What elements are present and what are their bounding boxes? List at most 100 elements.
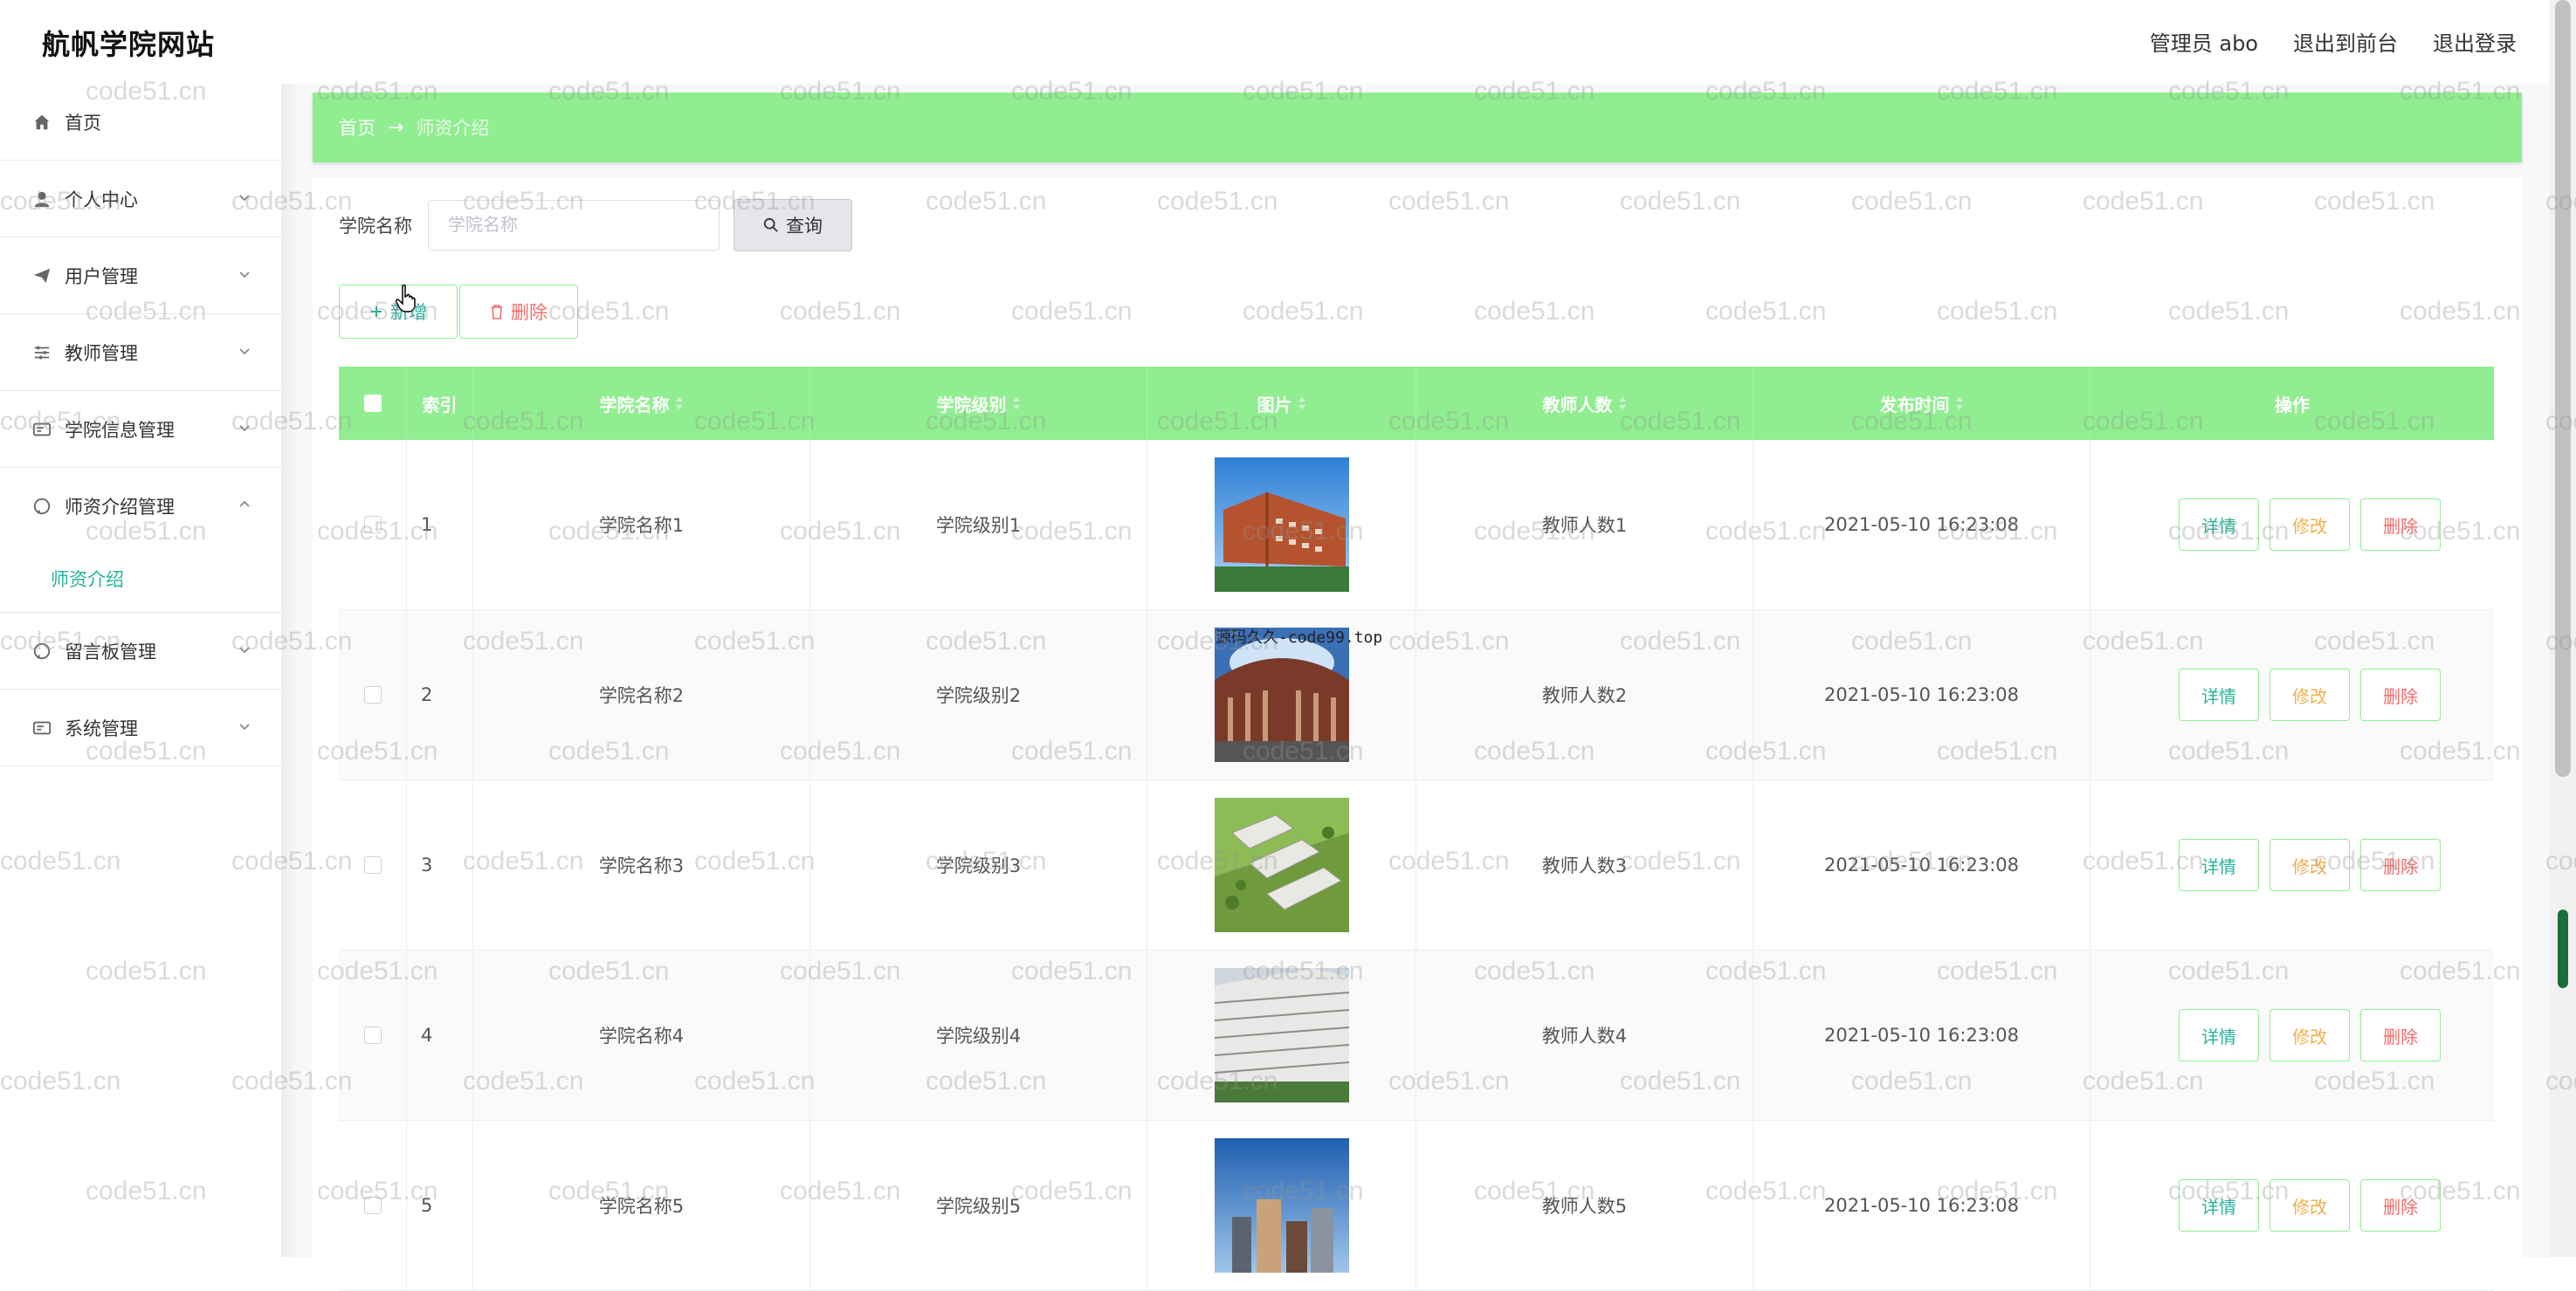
chevron-down-icon	[234, 417, 255, 438]
sidebar-item-users[interactable]: 用户管理	[0, 237, 281, 314]
detail-button[interactable]: 详情	[2179, 669, 2259, 721]
overlay-source-text: 源码久久-code99.top	[1216, 628, 1383, 647]
detail-button[interactable]: 详情	[2179, 1179, 2259, 1232]
row-image-cell	[1147, 780, 1416, 950]
card-icon	[30, 716, 54, 740]
sidebar-item-label: 教师管理	[65, 342, 138, 364]
table-row: 1 学院名称1 学院级别1 教师人数1 2021-05-10 16:23:08	[339, 440, 2494, 610]
sidebar-item-college-info[interactable]: 学院信息管理	[0, 391, 281, 468]
sidebar-item-home[interactable]: 首页	[0, 84, 281, 161]
chat-icon	[30, 494, 54, 518]
user-icon	[30, 187, 54, 211]
breadcrumb: 首页 → 师资介绍	[313, 93, 2522, 162]
row-teacher-count: 教师人数1	[1416, 440, 1753, 609]
detail-button[interactable]: 详情	[2179, 839, 2259, 891]
batch-delete-button[interactable]: 删除	[459, 285, 578, 339]
row-index: 4	[407, 951, 473, 1120]
search-label: 学院名称	[339, 216, 412, 237]
search-icon	[763, 217, 779, 233]
detail-button[interactable]: 详情	[2179, 498, 2259, 551]
action-row: 新增 删除	[339, 285, 578, 339]
sidebar-item-teachers[interactable]: 教师管理	[0, 314, 281, 391]
front-page-link[interactable]: 退出到前台	[2293, 26, 2398, 57]
breadcrumb-home[interactable]: 首页	[339, 114, 375, 141]
row-checkbox[interactable]	[363, 1027, 382, 1044]
delete-button[interactable]: 删除	[2360, 669, 2441, 721]
sidebar-item-guestbook[interactable]: 留言板管理	[0, 613, 281, 690]
row-checkbox[interactable]	[363, 686, 382, 704]
detail-button[interactable]: 详情	[2179, 1009, 2259, 1061]
edit-button[interactable]: 修改	[2269, 498, 2350, 551]
row-index: 5	[407, 1121, 473, 1290]
edit-button[interactable]: 修改	[2269, 669, 2350, 721]
logout-link[interactable]: 退出登录	[2433, 26, 2517, 57]
college-photo[interactable]	[1214, 1138, 1349, 1273]
col-college-name[interactable]: 学院名称	[473, 367, 810, 440]
row-checkbox[interactable]	[363, 856, 382, 874]
row-college-name: 学院名称1	[473, 440, 810, 609]
edit-button[interactable]: 修改	[2269, 839, 2350, 891]
row-publish-time: 2021-05-10 16:23:08	[1753, 780, 2090, 950]
search-input[interactable]	[428, 200, 720, 251]
row-ops: 详情 修改 删除	[2090, 780, 2494, 950]
delete-button[interactable]: 删除	[2360, 839, 2441, 891]
main-area: 首页 → 师资介绍 学院名称 查询 新增 删除 索引	[297, 84, 2550, 1291]
college-photo[interactable]	[1214, 968, 1349, 1102]
row-publish-time: 2021-05-10 16:23:08	[1753, 1121, 2090, 1290]
edit-button[interactable]: 修改	[2269, 1179, 2350, 1232]
sidebar-item-personal[interactable]: 个人中心	[0, 161, 281, 237]
sidebar-item-label: 师资介绍管理	[65, 497, 175, 518]
col-college-level[interactable]: 学院级别	[810, 367, 1147, 440]
select-all-cell	[339, 367, 407, 440]
row-image-cell	[1147, 1121, 1416, 1290]
home-icon	[30, 110, 54, 134]
delete-button[interactable]: 删除	[2360, 1009, 2441, 1061]
row-ops: 详情 修改 删除	[2090, 610, 2494, 779]
search-button-label: 查询	[786, 216, 823, 237]
row-ops: 详情 修改 删除	[2090, 1121, 2494, 1290]
col-publish-time[interactable]: 发布时间	[1753, 367, 2090, 440]
chevron-down-icon	[234, 187, 255, 208]
sidebar-subitem-faculty-intro[interactable]: 师资介绍	[0, 545, 281, 613]
row-ops: 详情 修改 删除	[2090, 440, 2494, 609]
row-image-cell	[1147, 951, 1416, 1120]
col-image[interactable]: 图片	[1147, 367, 1416, 440]
page-scrollbar[interactable]	[2550, 0, 2576, 1257]
row-teacher-count: 教师人数2	[1416, 610, 1753, 779]
sidebar: 首页 个人中心 用户管理 教师管理 学院信息管理 师资介绍管理 师资介绍 留言板…	[0, 84, 281, 1257]
row-check-cell	[339, 610, 407, 779]
ops-group: 详情 修改 删除	[2139, 1179, 2446, 1232]
row-index: 3	[407, 780, 473, 950]
sidebar-divider	[281, 84, 297, 1257]
col-teacher-count[interactable]: 教师人数	[1416, 367, 1753, 440]
college-photo[interactable]	[1214, 628, 1349, 762]
admin-user-label[interactable]: 管理员 abo	[2150, 26, 2258, 57]
college-photo[interactable]	[1214, 798, 1349, 932]
scrollbar-thumb[interactable]	[2555, 0, 2571, 777]
trash-icon	[490, 304, 504, 319]
col-label: 学院级别	[936, 394, 1007, 415]
row-checkbox[interactable]	[363, 516, 382, 533]
col-operations: 操作	[2275, 394, 2310, 415]
row-check-cell	[339, 440, 407, 609]
search-button[interactable]: 查询	[734, 199, 852, 251]
delete-button[interactable]: 删除	[2360, 1179, 2441, 1232]
top-links: 管理员 abo 退出到前台 退出登录	[2150, 26, 2517, 57]
college-photo[interactable]	[1214, 457, 1349, 592]
sidebar-item-label: 用户管理	[65, 265, 138, 287]
row-index: 1	[407, 440, 473, 609]
col-label: 发布时间	[1879, 394, 1950, 415]
table-header: 索引 学院名称 学院级别 图片 教师人数 发布时间 操作	[339, 367, 2494, 440]
select-all-checkbox[interactable]	[363, 395, 382, 412]
edit-button[interactable]: 修改	[2269, 1009, 2350, 1061]
row-college-level: 学院级别2	[810, 610, 1147, 779]
sidebar-item-label: 留言板管理	[65, 641, 156, 663]
sidebar-item-faculty[interactable]: 师资介绍管理	[0, 468, 281, 545]
delete-button[interactable]: 删除	[2360, 498, 2441, 551]
row-teacher-count: 教师人数3	[1416, 780, 1753, 950]
row-image-cell	[1147, 440, 1416, 609]
row-checkbox[interactable]	[363, 1197, 382, 1214]
sidebar-item-system[interactable]: 系统管理	[0, 690, 281, 766]
chevron-down-icon	[234, 639, 255, 660]
col-label: 图片	[1257, 394, 1292, 415]
